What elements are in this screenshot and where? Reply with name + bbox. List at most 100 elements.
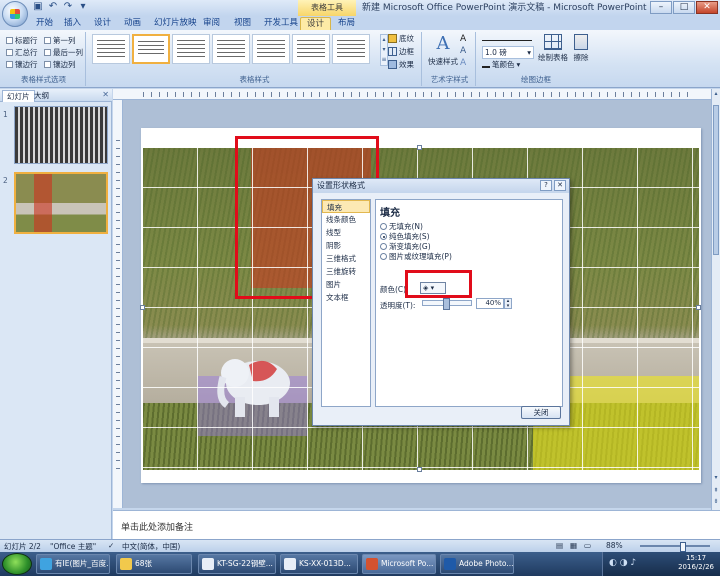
- tab-table-layout[interactable]: 布局: [332, 17, 361, 30]
- resize-handle[interactable]: [417, 145, 422, 150]
- header-row-checkbox[interactable]: 标题行: [6, 35, 38, 46]
- tab-animation[interactable]: 动画: [118, 17, 147, 30]
- taskbar-item[interactable]: 有IE(图片_百度...: [36, 554, 110, 574]
- slide-number: 1: [3, 110, 8, 119]
- close-icon[interactable]: ✕: [102, 90, 109, 99]
- quick-access-toolbar: ▣ ↶ ↷ ▾: [32, 1, 89, 13]
- undo-icon[interactable]: ↶: [47, 1, 59, 13]
- redo-icon[interactable]: ↷: [62, 1, 74, 13]
- nav-3d-rotation[interactable]: 三维旋转: [322, 265, 370, 278]
- shading-button[interactable]: 底纹: [388, 33, 414, 44]
- nav-shadow[interactable]: 阴影: [322, 239, 370, 252]
- tab-view[interactable]: 视图: [228, 17, 257, 30]
- start-button[interactable]: [2, 553, 32, 575]
- scroll-up-icon[interactable]: ▴: [712, 90, 720, 98]
- nav-line-style[interactable]: 线型: [322, 226, 370, 239]
- resize-handle[interactable]: [696, 305, 701, 310]
- pen-style-select[interactable]: [482, 35, 532, 41]
- text-effects-button[interactable]: A: [460, 58, 466, 68]
- slide-thumbnail-2[interactable]: [14, 172, 108, 234]
- taskbar-item-active[interactable]: Microsoft Po...: [362, 554, 436, 574]
- draw-table-button[interactable]: 绘制表格: [538, 34, 568, 63]
- notes-pane[interactable]: 单击此处添加备注: [113, 510, 720, 539]
- resize-handle[interactable]: [417, 467, 422, 472]
- tab-outline[interactable]: 大纲: [30, 90, 53, 102]
- text-outline-button[interactable]: A: [460, 46, 466, 56]
- table-style-swatch[interactable]: [292, 34, 330, 64]
- table-tools-context-label: 表格工具: [298, 0, 356, 16]
- effects-button[interactable]: 效果: [388, 59, 414, 70]
- document-icon: [202, 558, 214, 570]
- banded-rows-checkbox[interactable]: 镶边行: [6, 59, 38, 70]
- document-icon: [284, 558, 296, 570]
- nav-fill[interactable]: 填充: [322, 200, 370, 213]
- borders-icon: [388, 47, 397, 56]
- window-title: 新建 Microsoft Office PowerPoint 演示文稿 - Mi…: [362, 3, 647, 13]
- transparency-spinner[interactable]: ▴ ▾: [504, 298, 512, 309]
- picture-fill-radio[interactable]: 图片或纹理填充(P): [380, 251, 452, 262]
- borders-button[interactable]: 边框: [388, 46, 414, 57]
- transparency-input[interactable]: 40%: [476, 298, 504, 309]
- scrollbar-thumb[interactable]: [713, 105, 719, 255]
- save-icon[interactable]: ▣: [32, 1, 44, 13]
- ribbon: 标题行 第一列 汇总行 最后一列 镶边行 镶边列 表格样式选项 表格样式 ▴ ▾ ≡…: [0, 30, 720, 88]
- nav-3d-format[interactable]: 三维格式: [322, 252, 370, 265]
- zoom-slider[interactable]: [640, 542, 710, 552]
- next-slide-icon[interactable]: ⇟: [712, 498, 720, 506]
- close-window-button[interactable]: ✕: [696, 1, 718, 14]
- office-button[interactable]: [2, 1, 28, 27]
- taskbar-item[interactable]: Adobe Photo...: [440, 554, 514, 574]
- normal-view-icon[interactable]: ▤: [556, 541, 563, 550]
- vertical-scrollbar[interactable]: ▴ ▾ ⇞ ⇟: [711, 89, 720, 510]
- clock[interactable]: 15:17 2016/2/26: [678, 554, 714, 572]
- nav-line-color[interactable]: 线条颜色: [322, 213, 370, 226]
- taskbar-item[interactable]: 68张: [116, 554, 192, 574]
- eraser-icon: [574, 34, 588, 50]
- text-fill-button[interactable]: A: [460, 34, 466, 44]
- qat-dropdown-icon[interactable]: ▾: [77, 1, 89, 13]
- slideshow-view-icon[interactable]: ▭: [584, 541, 591, 550]
- taskbar-item[interactable]: KT-SG-22钢壁...: [198, 554, 276, 574]
- nav-picture[interactable]: 图片: [322, 278, 370, 291]
- transparency-slider[interactable]: [422, 298, 472, 310]
- nav-text-box[interactable]: 文本框: [322, 291, 370, 304]
- taskbar-item[interactable]: KS-XX-013D...: [280, 554, 358, 574]
- dialog-close-button[interactable]: 关闭: [521, 406, 561, 419]
- tab-home[interactable]: 开始: [30, 17, 59, 30]
- pen-color-button[interactable]: 笔颜色 ▾: [482, 59, 520, 70]
- gallery-scroll-buttons[interactable]: ▴ ▾ ≡: [380, 34, 388, 66]
- banded-columns-checkbox[interactable]: 镶边列: [44, 59, 76, 70]
- tab-insert[interactable]: 插入: [58, 17, 87, 30]
- tab-design[interactable]: 设计: [88, 17, 117, 30]
- table-style-swatch[interactable]: [332, 34, 370, 64]
- quick-styles-button[interactable]: A 快速样式: [426, 34, 460, 67]
- minimize-button[interactable]: –: [650, 1, 672, 14]
- eraser-button[interactable]: 擦除: [570, 34, 592, 63]
- zoom-level[interactable]: 88%: [606, 541, 623, 550]
- help-icon[interactable]: ?: [540, 180, 552, 191]
- pen-weight-select[interactable]: 1.0 磅 ▾: [482, 46, 534, 59]
- last-column-checkbox[interactable]: 最后一列: [44, 47, 83, 58]
- prev-slide-icon[interactable]: ⇞: [712, 487, 720, 495]
- sorter-view-icon[interactable]: ▦: [570, 541, 577, 550]
- tray-icons[interactable]: ◐ ◑ ♪: [609, 558, 636, 568]
- table-style-swatch[interactable]: [212, 34, 250, 64]
- table-style-swatch-selected[interactable]: [132, 34, 170, 64]
- slide-thumbnail-1[interactable]: [14, 106, 108, 164]
- tab-review[interactable]: 审阅: [197, 17, 226, 30]
- first-column-checkbox[interactable]: 第一列: [44, 35, 76, 46]
- tab-developer[interactable]: 开发工具: [258, 17, 304, 30]
- tab-slideshow[interactable]: 幻灯片放映: [148, 17, 203, 30]
- spellcheck-icon[interactable]: ✓: [108, 541, 114, 550]
- maximize-button[interactable]: □: [673, 1, 695, 14]
- table-style-swatch[interactable]: [172, 34, 210, 64]
- resize-handle[interactable]: [140, 305, 145, 310]
- table-style-swatch[interactable]: [252, 34, 290, 64]
- dialog-close-icon[interactable]: ✕: [554, 180, 566, 191]
- total-row-checkbox[interactable]: 汇总行: [6, 47, 38, 58]
- table-style-swatch[interactable]: [92, 34, 130, 64]
- tab-table-design[interactable]: 设计: [300, 17, 332, 30]
- wordart-styles-group: A 快速样式 A A A 艺术字样式: [424, 32, 476, 86]
- window-controls: – □ ✕: [650, 1, 718, 14]
- scroll-down-icon[interactable]: ▾: [712, 474, 720, 482]
